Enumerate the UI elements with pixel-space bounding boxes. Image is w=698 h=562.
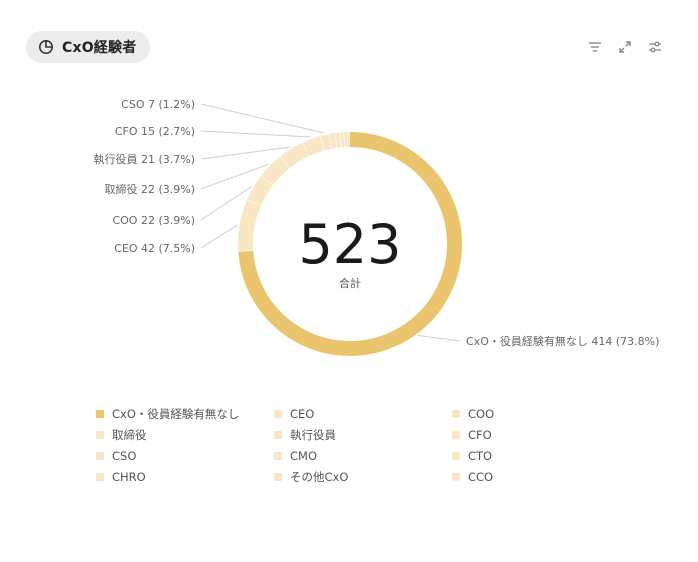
donut-slice-12[interactable] <box>347 132 350 148</box>
legend-swatch <box>452 452 460 460</box>
leader-line-1 <box>417 335 461 342</box>
legend-label: CSO <box>112 449 137 463</box>
legend-item-11[interactable]: その他CxO <box>274 467 452 487</box>
legend-label: CxO・役員経験有無なし <box>112 407 240 421</box>
legend-swatch <box>274 410 282 418</box>
legend-label: CTO <box>468 449 493 463</box>
data-label-6: CFO 15 (2.7%) <box>115 125 195 138</box>
legend-item-2[interactable]: CEO <box>274 404 452 424</box>
legend-item-4[interactable]: 取締役 <box>96 425 274 445</box>
data-label-4: 取締役 22 (3.9%) <box>104 182 195 196</box>
legend-item-1[interactable]: CxO・役員経験有無なし <box>96 404 274 424</box>
legend-item-10[interactable]: CHRO <box>96 467 274 487</box>
donut-slice-11[interactable] <box>344 132 348 148</box>
data-label-3: COO 22 (3.9%) <box>112 214 195 227</box>
legend-label: 執行役員 <box>290 428 336 442</box>
legend-swatch <box>452 473 460 481</box>
legend-swatch <box>274 452 282 460</box>
legend-label: 取締役 <box>112 428 147 442</box>
legend-swatch <box>274 431 282 439</box>
data-label-1: CxO・役員経験有無なし 414 (73.8%) <box>466 334 659 348</box>
legend-swatch <box>96 431 104 439</box>
legend-label: CMO <box>290 449 318 463</box>
legend-item-7[interactable]: CSO <box>96 446 274 466</box>
donut-slice-2[interactable] <box>238 200 261 252</box>
legend-item-3[interactable]: COO <box>452 404 630 424</box>
center-total-value: 523 <box>298 213 401 276</box>
legend-label: その他CxO <box>290 470 349 484</box>
data-label-2: CEO 42 (7.5%) <box>114 242 195 255</box>
legend-label: COO <box>468 407 495 421</box>
leader-line-2 <box>200 224 238 249</box>
leader-line-6 <box>200 130 311 138</box>
data-label-7: CSO 7 (1.2%) <box>121 98 195 111</box>
donut-slice-10[interactable] <box>340 132 345 148</box>
legend-item-12[interactable]: CCO <box>452 467 630 487</box>
legend-label: CCO <box>468 470 494 484</box>
legend-label: CEO <box>290 407 315 421</box>
legend-item-8[interactable]: CMO <box>274 446 452 466</box>
leader-line-7 <box>200 103 325 134</box>
legend-swatch <box>452 410 460 418</box>
legend-swatch <box>96 452 104 460</box>
leader-line-5 <box>200 146 290 160</box>
legend-item-6[interactable]: CFO <box>452 425 630 445</box>
legend-item-9[interactable]: CTO <box>452 446 630 466</box>
legend-swatch <box>274 473 282 481</box>
legend-swatch <box>96 410 104 418</box>
legend-label: CHRO <box>112 470 146 484</box>
center-total-label: 合計 <box>339 276 361 290</box>
legend-swatch <box>96 473 104 481</box>
legend-item-5[interactable]: 執行役員 <box>274 425 452 445</box>
data-label-5: 執行役員 21 (3.7%) <box>93 152 195 166</box>
legend-swatch <box>452 431 460 439</box>
chart-legend: CxO・役員経験有無なし CEO COO 取締役 執行役員 CFO CSO CMO CTO CHR… <box>96 404 630 487</box>
legend-label: CFO <box>468 428 492 442</box>
